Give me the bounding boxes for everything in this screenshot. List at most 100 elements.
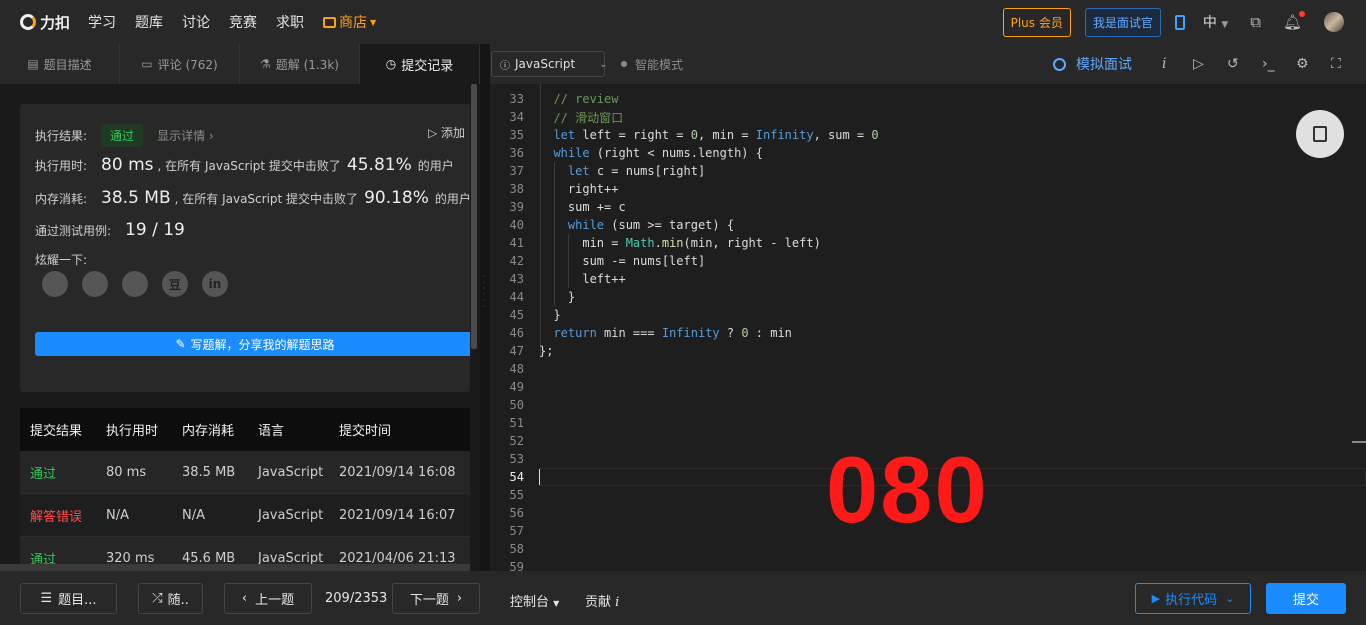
memory-percent: 90.18% bbox=[364, 188, 429, 208]
code-line[interactable]: 40 while (sum >= target) { bbox=[490, 216, 1366, 234]
exec-result-label: 执行结果: bbox=[35, 129, 88, 143]
logo-text: 力扣 bbox=[40, 13, 71, 32]
store-icon bbox=[323, 16, 337, 28]
main-nav: 学习 题库 讨论 竞赛 求职 商店 ▼ bbox=[88, 12, 395, 32]
row-status[interactable]: 解答错误 bbox=[20, 506, 106, 525]
status-badge: 通过 bbox=[101, 124, 144, 147]
table-row[interactable]: 解答错误 N/A N/A JavaScript 2021/09/14 16:07 bbox=[20, 494, 470, 537]
reset-icon[interactable]: ↺ bbox=[1227, 56, 1239, 72]
tab-description[interactable]: ▤ 题目描述 bbox=[0, 44, 120, 84]
code-line[interactable]: 57 bbox=[490, 522, 1366, 540]
code-line[interactable]: 34 // 滑动窗口 bbox=[490, 108, 1366, 126]
code-text: sum += c bbox=[539, 200, 626, 214]
code-line[interactable]: 41 min = Math.min(min, right - left) bbox=[490, 234, 1366, 252]
tab-solutions[interactable]: ⚗ 题解 (1.3k) bbox=[240, 44, 360, 84]
drag-handle-icon[interactable]: · · · · · · bbox=[483, 273, 487, 314]
play-icon: ▶ bbox=[1151, 592, 1161, 605]
row-language: JavaScript bbox=[258, 507, 324, 523]
code-line[interactable]: 45 } bbox=[490, 306, 1366, 324]
code-line[interactable]: 52 bbox=[490, 432, 1366, 450]
interviewer-button[interactable]: 我是面试官 bbox=[1084, 7, 1161, 37]
console-toggle[interactable]: 控制台 ▼ bbox=[510, 591, 559, 610]
left-vertical-scrollbar[interactable] bbox=[471, 84, 477, 349]
leetcode-logo[interactable]: 力扣 bbox=[20, 12, 70, 33]
mobile-app-icon[interactable] bbox=[1174, 14, 1185, 30]
code-line[interactable]: 35 let left = right = 0, min = Infinity,… bbox=[490, 126, 1366, 144]
run-flag-icon[interactable]: ▷ bbox=[1193, 56, 1204, 72]
tab-submissions[interactable]: ◷ 提交记录 bbox=[360, 44, 480, 84]
submit-button[interactable]: 提交 bbox=[1266, 583, 1346, 614]
douban-icon[interactable]: 豆 bbox=[162, 271, 188, 297]
alarm-clock-icon bbox=[1053, 57, 1066, 71]
nav-contest[interactable]: 竞赛 bbox=[229, 12, 257, 32]
code-line[interactable]: 33 // review bbox=[490, 90, 1366, 108]
code-line[interactable]: 39 sum += c bbox=[490, 198, 1366, 216]
code-editor[interactable]: 080 33 // review 34 // 滑动窗口 35 let left = … bbox=[490, 84, 1366, 571]
mock-interview-button[interactable]: 模拟面试 bbox=[1053, 54, 1132, 74]
code-line[interactable]: 42 sum -= nums[left] bbox=[490, 252, 1366, 270]
playground-icon[interactable]: ⧉ bbox=[1250, 13, 1261, 31]
header-language: 语言 bbox=[258, 424, 285, 439]
code-line[interactable]: 44 } bbox=[490, 288, 1366, 306]
nav-store[interactable]: 商店 ▼ bbox=[323, 12, 376, 32]
language-switcher[interactable]: 中 ▼ bbox=[1203, 12, 1228, 32]
code-line[interactable]: 56 bbox=[490, 504, 1366, 522]
code-line[interactable]: 38 right++ bbox=[490, 180, 1366, 198]
code-line[interactable]: 58 bbox=[490, 540, 1366, 558]
nav-jobs[interactable]: 求职 bbox=[276, 12, 304, 32]
wechat-icon[interactable] bbox=[42, 271, 68, 297]
code-line[interactable]: 59 bbox=[490, 558, 1366, 571]
tab-comments[interactable]: ▭ 评论 (762) bbox=[120, 44, 240, 84]
show-details-link[interactable]: 显示详情 › bbox=[157, 127, 214, 144]
chevron-down-icon: ⌄ bbox=[1225, 592, 1235, 605]
top-navbar: 力扣 学习 题库 讨论 竞赛 求职 商店 ▼ Plus 会员 我是面试官 中 ▼… bbox=[0, 0, 1366, 44]
chevron-right-icon: › bbox=[456, 591, 463, 606]
smart-mode-toggle[interactable]: 智能模式 bbox=[621, 56, 683, 73]
code-text: left++ bbox=[539, 272, 626, 286]
line-number: 35 bbox=[509, 128, 524, 142]
left-horizontal-scrollbar[interactable] bbox=[0, 564, 470, 571]
random-problem-button[interactable]: ⤮ 随.. bbox=[138, 583, 203, 614]
code-line[interactable]: 51 bbox=[490, 414, 1366, 432]
info-italic-icon[interactable]: i bbox=[1162, 56, 1166, 72]
code-line[interactable]: 53 bbox=[490, 450, 1366, 468]
runtime-label: 执行用时: bbox=[35, 159, 88, 173]
qq-icon[interactable] bbox=[122, 271, 148, 297]
nav-problems[interactable]: 题库 bbox=[135, 12, 163, 32]
next-problem-button[interactable]: 下一题 › bbox=[392, 583, 480, 614]
code-line[interactable]: 50 bbox=[490, 396, 1366, 414]
code-line[interactable]: 37 let c = nums[right] bbox=[490, 162, 1366, 180]
table-row[interactable]: 通过 80 ms 38.5 MB JavaScript 2021/09/14 1… bbox=[20, 451, 470, 494]
user-avatar[interactable] bbox=[1324, 12, 1344, 32]
linkedin-icon[interactable]: in bbox=[202, 271, 228, 297]
row-status[interactable]: 通过 bbox=[20, 463, 106, 482]
add-note-button[interactable]: ▷ 添加 bbox=[428, 124, 465, 141]
code-line[interactable]: 46 return min === Infinity ? 0 : min bbox=[490, 324, 1366, 342]
notification-bell-icon[interactable]: 🔔︎ bbox=[1283, 11, 1305, 31]
contribute-button[interactable]: 贡献 i bbox=[585, 591, 619, 610]
nav-discuss[interactable]: 讨论 bbox=[182, 12, 210, 32]
code-line[interactable]: 49 bbox=[490, 378, 1366, 396]
logo-icon bbox=[20, 14, 36, 30]
caret-down-icon: ▼ bbox=[553, 599, 560, 608]
language-select[interactable]: ⓘ JavaScript ⌄ bbox=[491, 51, 608, 77]
run-code-button[interactable]: ▶ 执行代码 ⌄ bbox=[1135, 583, 1251, 614]
write-solution-button[interactable]: ✎ 写题解，分享我的解题思路 bbox=[35, 332, 470, 356]
code-line[interactable]: 55 bbox=[490, 486, 1366, 504]
testcases-row: 通过测试用例: 19 / 19 bbox=[35, 220, 189, 240]
problem-list-button[interactable]: ☰ 题目... bbox=[20, 583, 117, 614]
line-number: 33 bbox=[509, 92, 524, 106]
settings-icon[interactable]: ⚙ bbox=[1296, 56, 1309, 72]
fullscreen-icon[interactable]: ⛶ bbox=[1331, 56, 1341, 72]
terminal-icon[interactable]: ›_ bbox=[1262, 56, 1275, 72]
line-number: 41 bbox=[509, 236, 524, 250]
code-line[interactable]: 47}; bbox=[490, 342, 1366, 360]
code-line[interactable]: 48 bbox=[490, 360, 1366, 378]
code-line[interactable]: 43 left++ bbox=[490, 270, 1366, 288]
code-line[interactable]: 36 while (right < nums.length) { bbox=[490, 144, 1366, 162]
prev-problem-button[interactable]: ‹ 上一题 bbox=[224, 583, 312, 614]
weibo-icon[interactable] bbox=[82, 271, 108, 297]
plus-member-button[interactable]: Plus 会员 bbox=[1002, 7, 1071, 37]
nav-learn[interactable]: 学习 bbox=[88, 12, 116, 32]
code-line[interactable]: 54 bbox=[490, 468, 1366, 486]
